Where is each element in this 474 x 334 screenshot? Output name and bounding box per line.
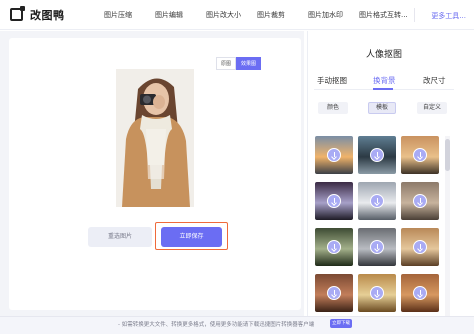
save-now-button[interactable]: 立即保存 [161,227,222,247]
download-icon [370,194,384,208]
download-icon [413,240,427,254]
nav-item-watermark[interactable]: 图片加水印 [308,10,359,20]
reselect-image-button[interactable]: 重选图片 [88,227,152,247]
download-icon [370,240,384,254]
download-icon [413,148,427,162]
template-thumbnail-road-sunset[interactable] [315,136,353,174]
download-icon [327,240,341,254]
logo-icon [10,6,25,21]
logo-text: 改图鸭 [30,8,65,22]
download-icon [370,148,384,162]
nav-item-edit[interactable]: 图片编辑 [155,10,206,20]
template-thumbnail-canyon-road[interactable] [401,182,439,220]
portrait-illustration [116,69,194,207]
nav-item-crop[interactable]: 图片裁剪 [257,10,308,20]
download-icon [327,148,341,162]
tab-manual-cutout[interactable]: 手动抠图 [317,75,347,86]
download-icon [327,286,341,300]
panel-tabs: 手动抠图 换背景 改尺寸 [307,72,474,88]
download-icon [327,194,341,208]
scrollbar-thumb[interactable] [445,139,450,171]
portrait-image [116,69,194,207]
nav-item-resize[interactable]: 图片改大小 [206,10,257,20]
template-grid [315,136,443,316]
template-thumbnail-rocks[interactable] [358,228,396,266]
tab-change-size[interactable]: 改尺寸 [423,75,446,86]
subtab-template[interactable]: 模板 [368,102,396,114]
nav-item-compress[interactable]: 图片压缩 [104,10,155,20]
panel-title: 人像抠图 [365,50,402,60]
active-tab-indicator [373,88,393,90]
tab-change-background[interactable]: 换背景 [373,75,396,86]
nav-more-tools[interactable]: 更多工具... [431,11,466,21]
template-thumbnail-white-road[interactable] [358,182,396,220]
template-thumbnail-dark-portal[interactable] [315,182,353,220]
subtab-custom[interactable]: 自定义 [417,102,447,114]
toggle-result[interactable]: 效果图 [236,57,262,70]
download-icon [370,286,384,300]
template-thumbnail-highway[interactable] [358,136,396,174]
template-thumbnail-gold-field[interactable] [358,274,396,312]
toggle-original[interactable]: 原图 [216,57,237,70]
nav-item-convert[interactable]: 图片格式互转... [359,10,410,20]
template-thumbnail-autumn[interactable] [401,274,439,312]
main-nav: 图片压缩 图片编辑 图片改大小 图片裁剪 图片加水印 图片格式互转... [104,10,410,20]
subtab-color[interactable]: 颜色 [318,102,348,114]
nav-divider [414,8,415,22]
top-navbar: 改图鸭 图片压缩 图片编辑 图片改大小 图片裁剪 图片加水印 图片格式互转...… [0,0,474,30]
template-thumbnail-forest-path[interactable] [315,228,353,266]
logo[interactable]: 改图鸭 [10,6,90,23]
banner-text: - 如需转换更大文件、转换更多格式，使用更多功能请下载迅捷图片转换器客户端 [118,322,315,328]
view-toggle: 原图 效果图 [216,57,262,70]
download-icon [413,286,427,300]
download-icon [413,194,427,208]
template-thumbnail-brick[interactable] [315,274,353,312]
template-thumbnail-sunset-road[interactable] [401,136,439,174]
download-button[interactable]: 立即下载 [330,319,352,328]
template-thumbnail-deer[interactable] [401,228,439,266]
